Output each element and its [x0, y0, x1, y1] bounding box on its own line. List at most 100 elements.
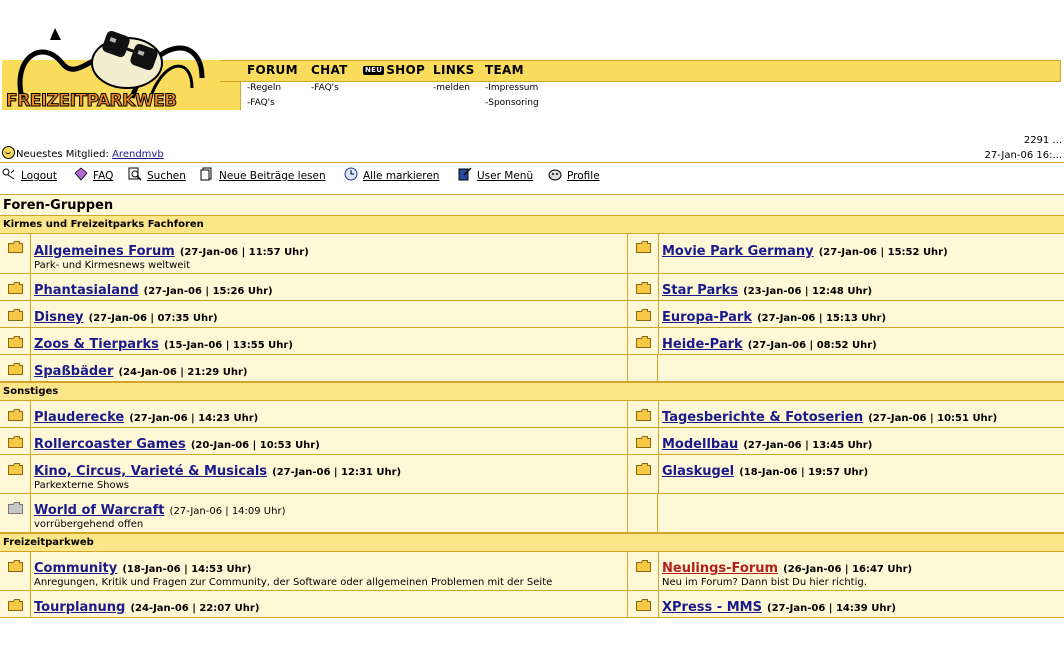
- forum-last-post: (27-Jan-06 | 14:09 Uhr): [169, 506, 286, 517]
- forum-link[interactable]: Tourplanung: [34, 600, 125, 615]
- sub-chat-faq[interactable]: -FAQ's: [311, 83, 339, 93]
- toolbar-search[interactable]: Suchen: [128, 167, 186, 182]
- forum-link[interactable]: Plauderecke: [34, 410, 124, 425]
- new-badge: NEU: [363, 66, 385, 75]
- forum-link[interactable]: Spaßbäder: [34, 364, 113, 379]
- folder-icon: [8, 436, 23, 448]
- forum-link[interactable]: Europa-Park: [662, 310, 752, 325]
- forum-link[interactable]: Movie Park Germany: [662, 244, 814, 259]
- profile-icon: [548, 169, 562, 181]
- folder-icon: [636, 436, 651, 448]
- forum-link[interactable]: Community: [34, 561, 117, 576]
- toolbar-new-posts[interactable]: Neue Beiträge lesen: [200, 167, 326, 182]
- forum-last-post: (27-Jan-06 | 12:31 Uhr): [272, 467, 402, 478]
- forum-last-post: (27-Jan-06 | 08:52 Uhr): [747, 340, 877, 351]
- divider: [0, 162, 1064, 163]
- forum-last-post: (27-Jan-06 | 10:51 Uhr): [868, 413, 998, 424]
- toolbar-mark-all[interactable]: Alle markieren: [344, 167, 439, 182]
- folder-icon: [636, 309, 651, 321]
- forum-row: Community (18-Jan-06 | 14:53 Uhr) Anregu…: [0, 552, 1064, 591]
- folder-icon: [8, 599, 23, 611]
- folder-icon: [636, 409, 651, 421]
- forum-link[interactable]: Tagesberichte & Fotoserien: [662, 410, 863, 425]
- search-icon: [128, 167, 142, 181]
- nav-links[interactable]: LINKS: [433, 63, 475, 77]
- forum-link[interactable]: Star Parks: [662, 283, 738, 298]
- forum-link[interactable]: XPress - MMS: [662, 600, 762, 615]
- newest-member-link[interactable]: Arendmvb: [112, 149, 164, 160]
- forum-row: Kino, Circus, Varieté & Musicals (27-Jan…: [0, 455, 1064, 494]
- nav-shop[interactable]: NEU SHOP: [363, 63, 425, 77]
- forum-link-highlighted[interactable]: Neulings-Forum: [662, 561, 778, 576]
- sub-links-report[interactable]: -melden: [433, 83, 470, 93]
- nav-team[interactable]: TEAM: [485, 63, 524, 77]
- sub-forum-faq[interactable]: -FAQ's: [247, 98, 275, 108]
- forum-link[interactable]: Allgemeines Forum: [34, 244, 175, 259]
- mark-all-link[interactable]: Alle markieren: [363, 170, 439, 182]
- nav-shop-label: SHOP: [386, 63, 426, 77]
- toolbar-profile[interactable]: Profile: [548, 167, 600, 182]
- folder-icon: [8, 463, 23, 475]
- forum-last-post: (27-Jan-06 | 14:23 Uhr): [129, 413, 259, 424]
- forum-link[interactable]: World of Warcraft: [34, 503, 164, 518]
- forum-last-post: (26-Jan-06 | 16:47 Uhr): [783, 564, 913, 575]
- nav-chat[interactable]: CHAT: [311, 63, 348, 77]
- forum-link[interactable]: Zoos & Tierparks: [34, 337, 159, 352]
- forum-cell: Allgemeines Forum (27-Jan-06 | 11:57 Uhr…: [30, 234, 628, 273]
- folder-icon: [8, 309, 23, 321]
- category-header: Kirmes und Freizeitparks Fachforen: [0, 215, 1064, 234]
- forum-description: Parkexterne Shows: [34, 480, 130, 491]
- forum-last-post: (24-Jan-06 | 21:29 Uhr): [118, 367, 248, 378]
- forum-link[interactable]: Heide-Park: [662, 337, 743, 352]
- forum-last-post: (15-Jan-06 | 13:55 Uhr): [163, 340, 293, 351]
- nav-forum[interactable]: FORUM: [247, 63, 298, 77]
- forum-cell: Movie Park Germany (27-Jan-06 | 15:52 Uh…: [658, 234, 1064, 273]
- folder-icon: [636, 599, 651, 611]
- forum-description: vorrübergehend offen: [34, 519, 144, 530]
- logout-icon: [2, 168, 15, 180]
- stats-count: 2291 ...: [1023, 135, 1062, 146]
- logout-link[interactable]: Logout: [21, 170, 57, 182]
- newest-member: Neuestes Mitglied: Arendmvb: [2, 146, 164, 160]
- category-header: Sonstiges: [0, 382, 1064, 401]
- forum-last-post: (20-Jan-06 | 10:53 Uhr): [190, 440, 320, 451]
- site-logo[interactable]: FREIZEITPARKWEB: [2, 18, 222, 113]
- forum-last-post: (27-Jan-06 | 14:39 Uhr): [767, 603, 896, 614]
- profile-link[interactable]: Profile: [567, 170, 600, 182]
- forum-row: Tourplanung (24-Jan-06 | 22:07 Uhr) XPre…: [0, 591, 1064, 618]
- folder-icon: [8, 560, 23, 572]
- folder-icon: [636, 463, 651, 475]
- forum-row: Disney (27-Jan-06 | 07:35 Uhr) Europa-Pa…: [0, 301, 1064, 328]
- forum-last-post: (27-Jan-06 | 07:35 Uhr): [88, 313, 218, 324]
- forum-link[interactable]: Glaskugel: [662, 464, 734, 479]
- forum-last-post: (24-Jan-06 | 22:07 Uhr): [130, 603, 260, 614]
- logo-wordmark: FREIZEITPARKWEB: [6, 91, 177, 111]
- sub-forum-rules[interactable]: -Regeln: [247, 83, 281, 93]
- user-menu-link[interactable]: User Menü: [477, 170, 533, 182]
- faq-link[interactable]: FAQ: [93, 170, 113, 182]
- folder-icon: [8, 336, 23, 348]
- forum-link[interactable]: Kino, Circus, Varieté & Musicals: [34, 464, 267, 479]
- search-link[interactable]: Suchen: [147, 170, 186, 182]
- stats-datetime: 27-Jan-06 16:...: [984, 150, 1062, 161]
- toolbar-faq[interactable]: FAQ: [74, 167, 113, 182]
- forum-last-post: (27-Jan-06 | 15:52 Uhr): [818, 247, 948, 258]
- folder-icon: [8, 363, 23, 375]
- toolbar-user-menu[interactable]: User Menü: [458, 167, 533, 182]
- toolbar-logout[interactable]: Logout: [2, 167, 57, 182]
- forum-last-post: (18-Jan-06 | 14:53 Uhr): [122, 564, 252, 575]
- sub-team-sponsoring[interactable]: -Sponsoring: [485, 98, 539, 108]
- forum-link[interactable]: Phantasialand: [34, 283, 139, 298]
- forum-last-post: (18-Jan-06 | 19:57 Uhr): [739, 467, 869, 478]
- folder-icon: [636, 336, 651, 348]
- folder-icon: [8, 241, 23, 253]
- folder-icon: [8, 409, 23, 421]
- forum-last-post: (27-Jan-06 | 15:13 Uhr): [757, 313, 887, 324]
- new-posts-link[interactable]: Neue Beiträge lesen: [219, 170, 326, 182]
- forum-link[interactable]: Disney: [34, 310, 84, 325]
- forum-link[interactable]: Modellbau: [662, 437, 738, 452]
- faq-gem-icon: [74, 167, 88, 181]
- sub-team-imprint[interactable]: -Impressum: [485, 83, 538, 93]
- forum-link[interactable]: Rollercoaster Games: [34, 437, 186, 452]
- row-icon-cell: [628, 234, 659, 273]
